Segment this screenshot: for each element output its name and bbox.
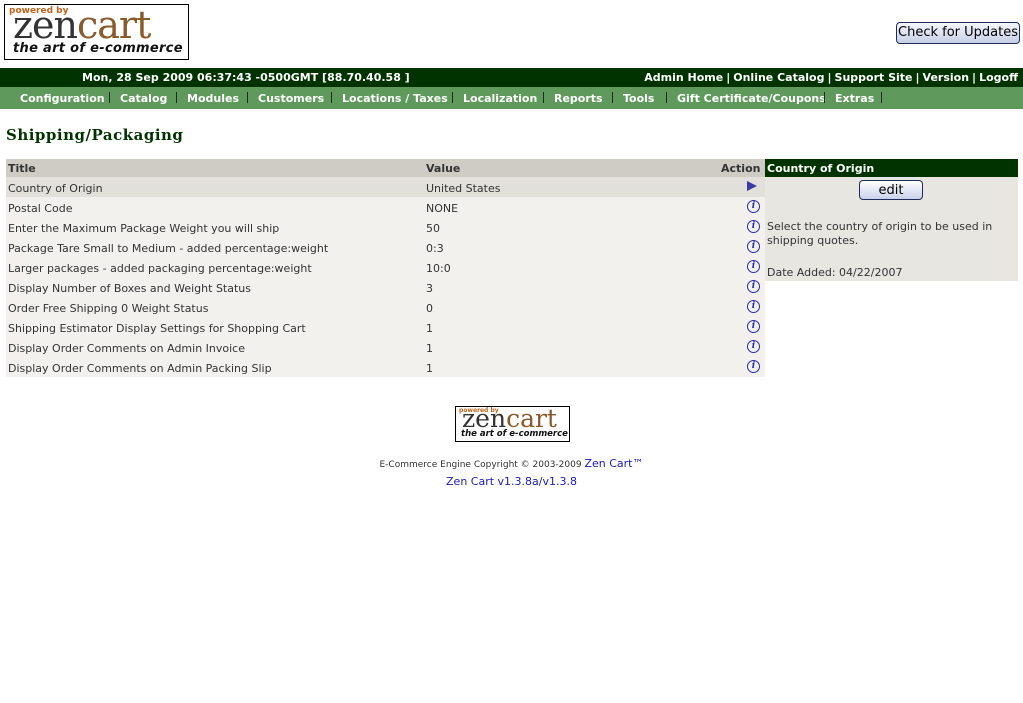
admin-header-bar: Mon, 28 Sep 2009 06:37:43 -0500GMT [88.7… bbox=[0, 68, 1023, 87]
info-icon[interactable]: i bbox=[747, 320, 760, 333]
table-row[interactable]: Package Tare Small to Medium - added per… bbox=[6, 237, 765, 257]
detail-sidebox: Country of Origin edit Select the countr… bbox=[765, 159, 1018, 281]
menu-extras[interactable]: Extras bbox=[835, 92, 874, 105]
version-info-link[interactable]: Zen Cart v1.3.8a/v1.3.8 bbox=[446, 475, 577, 488]
column-header-title: Title bbox=[8, 162, 36, 175]
setting-description: Select the country of origin to be used … bbox=[767, 220, 993, 247]
footer-logo-tagline: the art of e-commerce bbox=[461, 429, 568, 439]
row-value: 0 bbox=[426, 302, 433, 315]
check-for-updates-button[interactable]: Check for Updates bbox=[896, 22, 1020, 44]
row-value: 1 bbox=[426, 362, 433, 375]
row-value: 50 bbox=[426, 222, 440, 235]
sidebox-title: Country of Origin bbox=[767, 162, 875, 175]
column-header-action: Action bbox=[721, 162, 761, 175]
footer-zen-cart-logo[interactable]: powered by zencart the art of e-commerce bbox=[455, 406, 570, 442]
row-title: Display Order Comments on Admin Invoice bbox=[8, 342, 245, 355]
logo-tagline: the art of e-commerce bbox=[13, 41, 183, 56]
menu-locations-taxes[interactable]: Locations / Taxes bbox=[342, 92, 448, 105]
table-row-selected[interactable]: Country of Origin United States bbox=[6, 177, 765, 197]
table-row[interactable]: Order Free Shipping 0 Weight Status 0 i bbox=[6, 297, 765, 317]
table-row[interactable]: Enter the Maximum Package Weight you wil… bbox=[6, 217, 765, 237]
table-row[interactable]: Postal Code NONE i bbox=[6, 197, 765, 217]
info-icon[interactable]: i bbox=[747, 240, 760, 253]
zen-cart-logo[interactable]: powered by zencart the art of e-commerce bbox=[4, 4, 189, 60]
row-title: Larger packages - added packaging percen… bbox=[8, 262, 312, 275]
row-title: Shipping Estimator Display Settings for … bbox=[8, 322, 306, 335]
menu-configuration[interactable]: Configuration bbox=[20, 92, 105, 105]
table-header: Title Value Action bbox=[6, 159, 765, 177]
header-links: Admin Home | Online Catalog | Support Site | V… bbox=[644, 71, 1018, 84]
row-title: Postal Code bbox=[8, 202, 73, 215]
row-value: 0:3 bbox=[426, 242, 444, 255]
info-icon[interactable]: i bbox=[747, 340, 760, 353]
row-title: Order Free Shipping 0 Weight Status bbox=[8, 302, 209, 315]
info-icon[interactable]: i bbox=[747, 200, 760, 213]
logoff-link[interactable]: Logoff bbox=[979, 71, 1018, 84]
info-icon[interactable]: i bbox=[747, 280, 760, 293]
menu-catalog[interactable]: Catalog bbox=[120, 92, 167, 105]
page-title: Shipping/Packaging bbox=[6, 126, 184, 144]
admin-home-link[interactable]: Admin Home bbox=[644, 71, 723, 84]
menu-modules[interactable]: Modules bbox=[187, 92, 239, 105]
table-row[interactable]: Display Order Comments on Admin Invoice … bbox=[6, 337, 765, 357]
row-title: Enter the Maximum Package Weight you wil… bbox=[8, 222, 280, 235]
table-row[interactable]: Shipping Estimator Display Settings for … bbox=[6, 317, 765, 337]
info-icon[interactable]: i bbox=[747, 260, 760, 273]
row-value: NONE bbox=[426, 202, 459, 215]
configuration-table: Title Value Action Country of Origin Uni… bbox=[6, 159, 765, 377]
table-row[interactable]: Display Order Comments on Admin Packing … bbox=[6, 357, 765, 377]
table-row[interactable]: Larger packages - added packaging percen… bbox=[6, 257, 765, 277]
row-value: 1 bbox=[426, 342, 433, 355]
arrow-icon bbox=[747, 180, 760, 193]
footer-copyright: E-Commerce Engine Copyright © 2003-2009 … bbox=[0, 457, 1023, 470]
menu-localization[interactable]: Localization bbox=[463, 92, 537, 105]
copyright-text: E-Commerce Engine Copyright © 2003-2009 bbox=[379, 460, 582, 470]
row-value: 3 bbox=[426, 282, 433, 295]
date-added: Date Added: 04/22/2007 bbox=[767, 266, 903, 279]
info-icon[interactable]: i bbox=[747, 220, 760, 233]
main-menu-bar: Configuration Catalog Modules Customers … bbox=[0, 87, 1023, 109]
row-value: United States bbox=[426, 182, 501, 195]
table-row[interactable]: Display Number of Boxes and Weight Statu… bbox=[6, 277, 765, 297]
info-icon[interactable]: i bbox=[747, 360, 760, 373]
sidebox-header: Country of Origin bbox=[765, 159, 1018, 177]
edit-button[interactable]: edit bbox=[859, 180, 923, 200]
row-title: Display Number of Boxes and Weight Statu… bbox=[8, 282, 251, 295]
row-title: Country of Origin bbox=[8, 182, 103, 195]
row-title: Display Order Comments on Admin Packing … bbox=[8, 362, 272, 375]
menu-reports[interactable]: Reports bbox=[554, 92, 603, 105]
footer-version: Zen Cart v1.3.8a/v1.3.8 bbox=[0, 470, 1023, 489]
zen-cart-link[interactable]: Zen Cart™ bbox=[584, 457, 643, 470]
row-title: Package Tare Small to Medium - added per… bbox=[8, 242, 329, 255]
support-site-link[interactable]: Support Site bbox=[835, 71, 913, 84]
row-value: 10:0 bbox=[426, 262, 451, 275]
version-link[interactable]: Version bbox=[923, 71, 970, 84]
info-icon[interactable]: i bbox=[747, 300, 760, 313]
server-datetime: Mon, 28 Sep 2009 06:37:43 -0500GMT [88.7… bbox=[82, 71, 410, 84]
row-value: 1 bbox=[426, 322, 433, 335]
menu-customers[interactable]: Customers bbox=[258, 92, 324, 105]
column-header-value: Value bbox=[426, 162, 461, 175]
online-catalog-link[interactable]: Online Catalog bbox=[733, 71, 824, 84]
menu-tools[interactable]: Tools bbox=[623, 92, 654, 105]
menu-gift-certificate-coupons[interactable]: Gift Certificate/Coupons bbox=[677, 92, 826, 105]
